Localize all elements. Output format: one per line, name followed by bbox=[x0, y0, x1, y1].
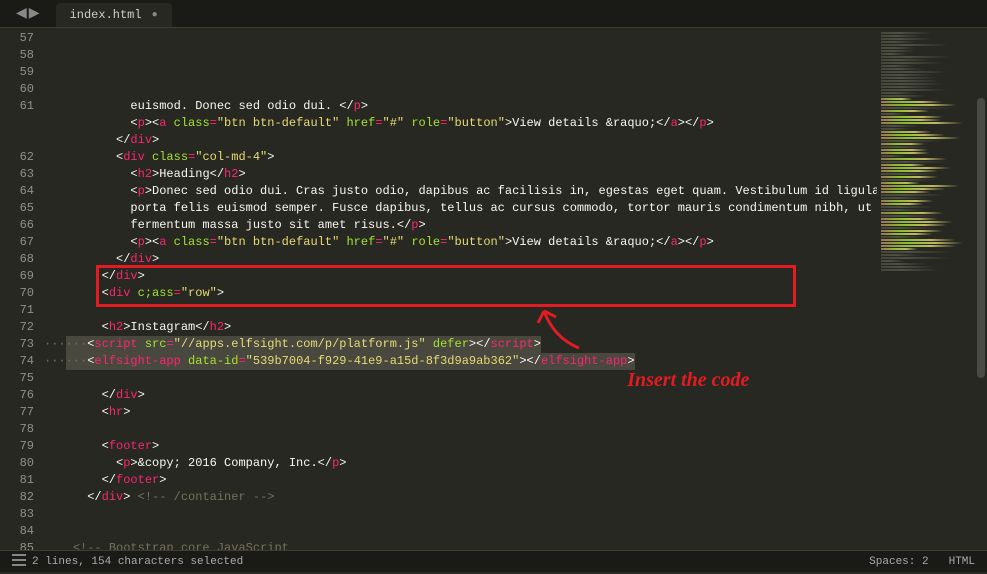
minimap[interactable] bbox=[877, 28, 987, 550]
status-selection: 2 lines, 154 characters selected bbox=[32, 556, 243, 568]
line-number bbox=[0, 115, 34, 132]
line-number: 82 bbox=[0, 489, 34, 506]
line-number: 63 bbox=[0, 166, 34, 183]
code-line: ······<elfsight-app data-id="539b7004-f9… bbox=[44, 353, 877, 370]
code-line: euismod. Donec sed odio dui. </p> bbox=[44, 98, 877, 115]
line-number: 70 bbox=[0, 285, 34, 302]
line-number: 79 bbox=[0, 438, 34, 455]
line-number: 80 bbox=[0, 455, 34, 472]
code-line bbox=[44, 370, 877, 387]
code-line: </div> <!-- /container --> bbox=[44, 489, 877, 506]
line-number: 59 bbox=[0, 64, 34, 81]
line-number: 62 bbox=[0, 149, 34, 166]
line-number: 64 bbox=[0, 183, 34, 200]
code-line bbox=[44, 523, 877, 540]
tab-title: index.html bbox=[70, 8, 142, 22]
line-number: 76 bbox=[0, 387, 34, 404]
line-number: 69 bbox=[0, 268, 34, 285]
code-line: <div class="col-md-4"> bbox=[44, 149, 877, 166]
code-line: ······<script src="//apps.elfsight.com/p… bbox=[44, 336, 877, 353]
nav-arrows: ◀ ▶ bbox=[8, 5, 48, 22]
code-line: porta felis euismod semper. Fusce dapibu… bbox=[44, 200, 877, 217]
code-line: </footer> bbox=[44, 472, 877, 489]
tab-bar: ◀ ▶ index.html ● bbox=[0, 0, 987, 28]
line-number: 72 bbox=[0, 319, 34, 336]
code-line: <p><a class="btn btn-default" href="#" r… bbox=[44, 115, 877, 132]
line-number: 65 bbox=[0, 200, 34, 217]
line-number: 66 bbox=[0, 217, 34, 234]
line-number: 75 bbox=[0, 370, 34, 387]
code-line: <h2>Instagram</h2> bbox=[44, 319, 877, 336]
menu-icon[interactable] bbox=[12, 554, 26, 570]
line-number: 83 bbox=[0, 506, 34, 523]
editor: 5758596061 626364656667686970717273747576… bbox=[0, 28, 987, 550]
code-line: <!-- Bootstrap core JavaScript bbox=[44, 540, 877, 550]
line-number: 71 bbox=[0, 302, 34, 319]
line-number: 67 bbox=[0, 234, 34, 251]
status-spaces[interactable]: Spaces: 2 bbox=[869, 556, 928, 568]
code-line: </div> bbox=[44, 251, 877, 268]
code-line: </div> bbox=[44, 268, 877, 285]
code-line: <footer> bbox=[44, 438, 877, 455]
code-line: <p>Donec sed odio dui. Cras justo odio, … bbox=[44, 183, 877, 200]
line-number: 81 bbox=[0, 472, 34, 489]
code-line: fermentum massa justo sit amet risus.</p… bbox=[44, 217, 877, 234]
tab-active[interactable]: index.html ● bbox=[56, 3, 172, 27]
code-line bbox=[44, 506, 877, 523]
line-number: 84 bbox=[0, 523, 34, 540]
code-line bbox=[44, 302, 877, 319]
code-area[interactable]: euismod. Donec sed odio dui. </p> <p><a … bbox=[44, 28, 877, 550]
line-number: 61 bbox=[0, 98, 34, 115]
code-line bbox=[44, 421, 877, 438]
code-line: </div> bbox=[44, 387, 877, 404]
line-number: 68 bbox=[0, 251, 34, 268]
line-number: 60 bbox=[0, 81, 34, 98]
line-number: 58 bbox=[0, 47, 34, 64]
code-line: <hr> bbox=[44, 404, 877, 421]
scrollbar-thumb[interactable] bbox=[977, 98, 985, 378]
code-line: <p><a class="btn btn-default" href="#" r… bbox=[44, 234, 877, 251]
line-number-gutter: 5758596061 626364656667686970717273747576… bbox=[0, 28, 44, 550]
line-number: 73 bbox=[0, 336, 34, 353]
line-number: 77 bbox=[0, 404, 34, 421]
line-number: 57 bbox=[0, 30, 34, 47]
status-language[interactable]: HTML bbox=[949, 556, 975, 568]
nav-forward-icon[interactable]: ▶ bbox=[29, 5, 40, 22]
nav-back-icon[interactable]: ◀ bbox=[16, 5, 27, 22]
code-line: <div c;ass="row"> bbox=[44, 285, 877, 302]
status-bar: 2 lines, 154 characters selected Spaces:… bbox=[0, 550, 987, 572]
code-line: <h2>Heading</h2> bbox=[44, 166, 877, 183]
line-number bbox=[0, 132, 34, 149]
code-line: </div> bbox=[44, 132, 877, 149]
tab-dirty-icon: ● bbox=[152, 10, 158, 21]
code-line: <p>&copy; 2016 Company, Inc.</p> bbox=[44, 455, 877, 472]
line-number: 78 bbox=[0, 421, 34, 438]
line-number: 74 bbox=[0, 353, 34, 370]
